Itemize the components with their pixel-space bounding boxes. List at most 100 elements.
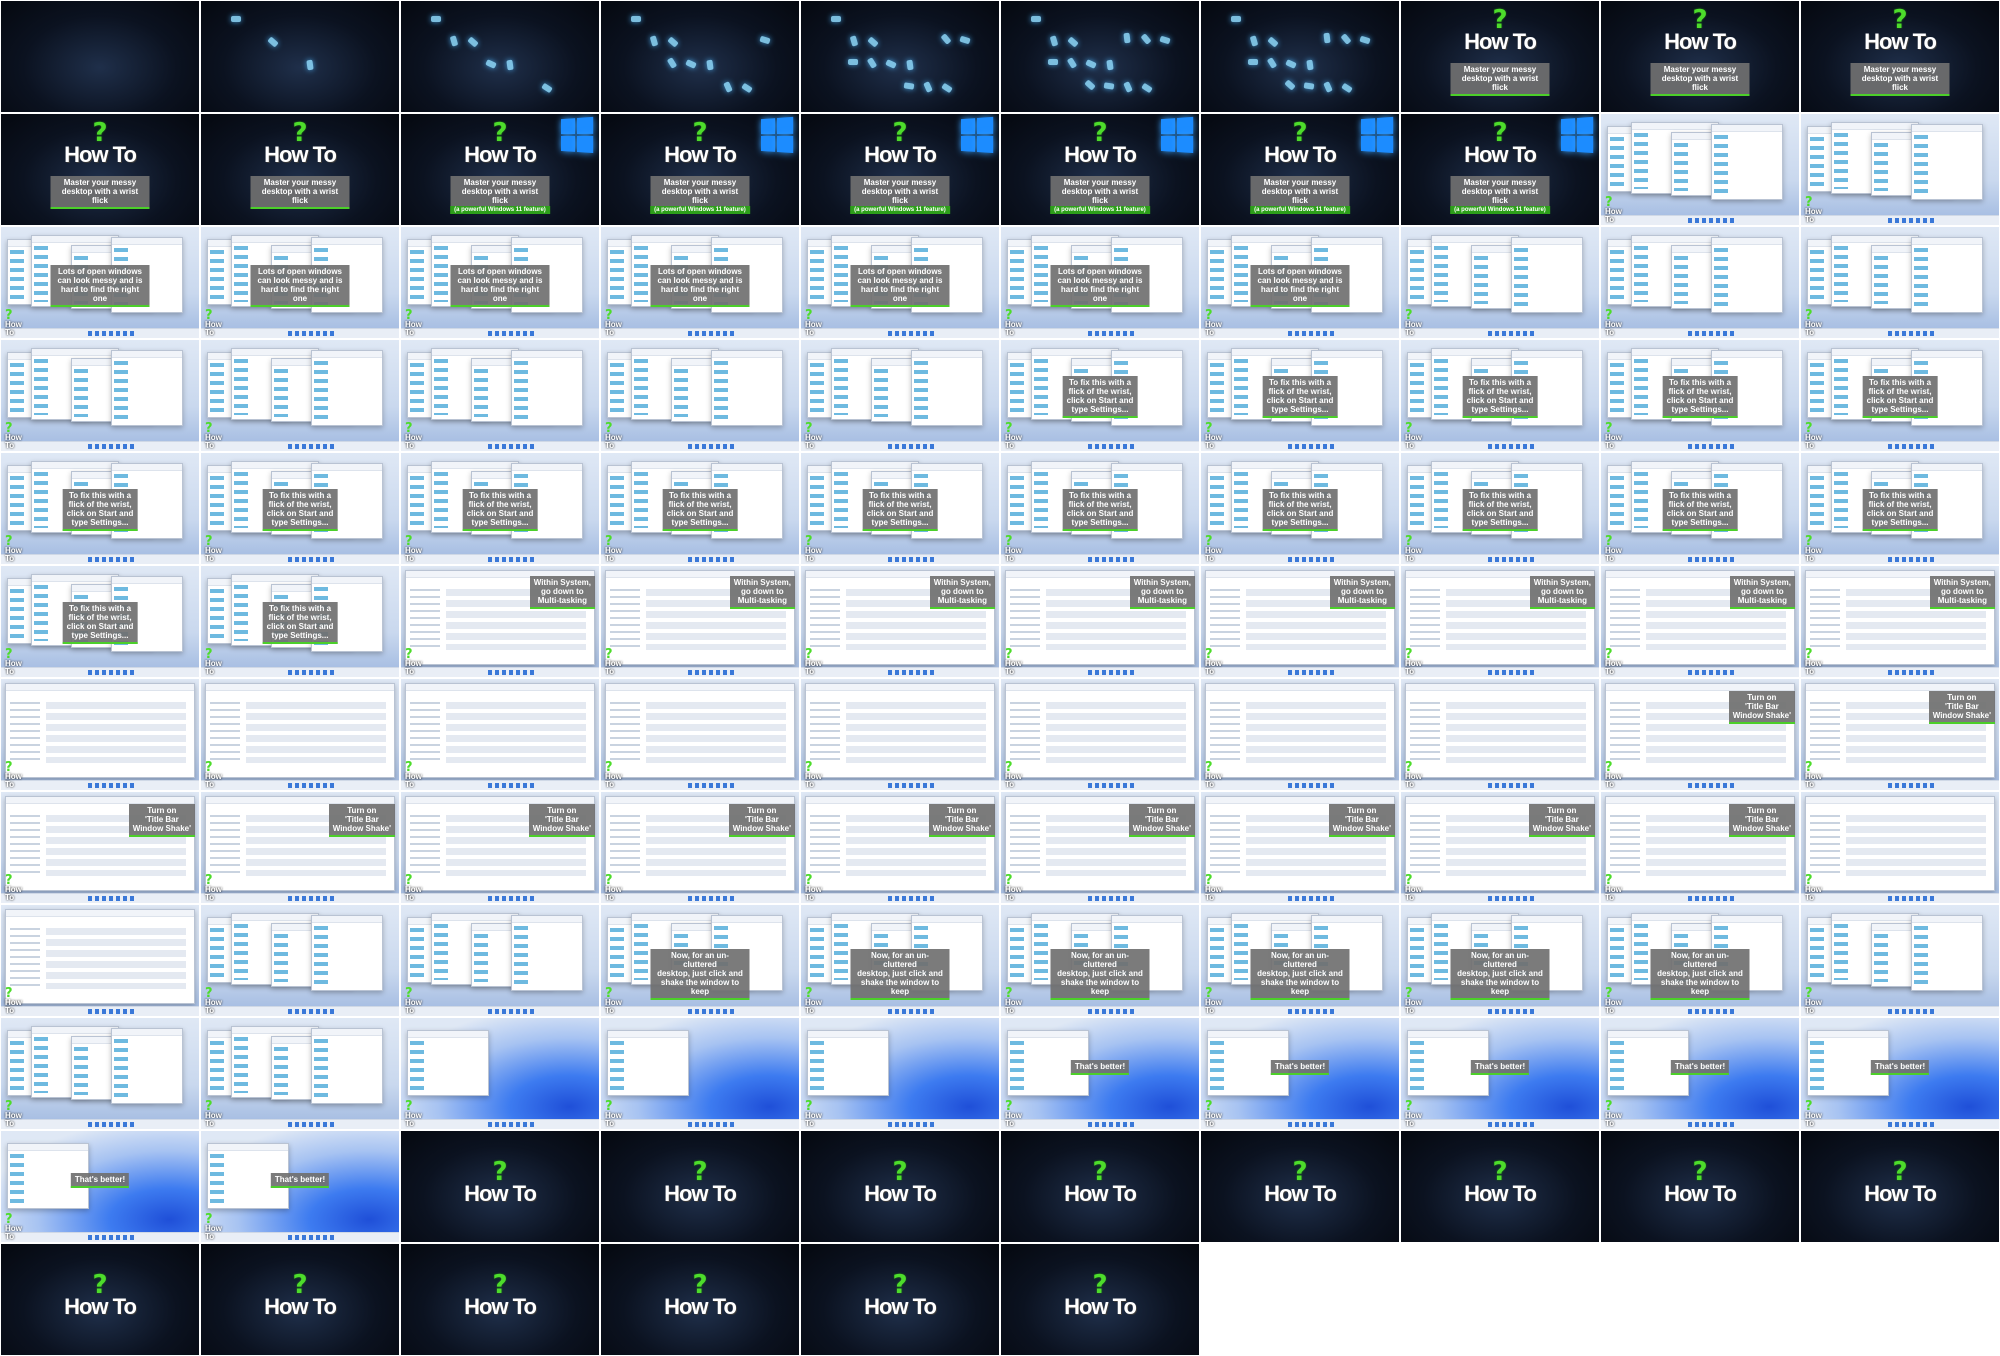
window-title-bar[interactable] bbox=[1632, 236, 1718, 243]
app-window[interactable] bbox=[1911, 237, 1983, 313]
window-title-bar[interactable] bbox=[712, 351, 782, 358]
window-title-bar[interactable] bbox=[1232, 462, 1318, 469]
window-title-bar[interactable] bbox=[808, 1031, 888, 1038]
app-window[interactable] bbox=[911, 350, 983, 426]
settings-window[interactable] bbox=[405, 683, 595, 778]
window-title-bar[interactable] bbox=[406, 684, 594, 691]
app-window[interactable] bbox=[311, 1028, 383, 1104]
window-title-bar[interactable] bbox=[312, 1029, 382, 1036]
app-window[interactable] bbox=[1711, 124, 1783, 200]
window-title-bar[interactable] bbox=[712, 238, 782, 245]
window-title-bar[interactable] bbox=[1032, 236, 1118, 243]
window-title-bar[interactable] bbox=[512, 464, 582, 471]
window-title-bar[interactable] bbox=[1712, 916, 1782, 923]
window-title-bar[interactable] bbox=[112, 351, 182, 358]
window-title-bar[interactable] bbox=[1312, 916, 1382, 923]
window-title-bar[interactable] bbox=[1112, 238, 1182, 245]
app-window[interactable] bbox=[311, 350, 383, 426]
window-title-bar[interactable] bbox=[608, 1031, 688, 1038]
window-title-bar[interactable] bbox=[8, 1144, 88, 1151]
window-title-bar[interactable] bbox=[406, 797, 594, 804]
window-title-bar[interactable] bbox=[32, 575, 118, 582]
window-title-bar[interactable] bbox=[1712, 351, 1782, 358]
window-title-bar[interactable] bbox=[1712, 125, 1782, 132]
window-title-bar[interactable] bbox=[6, 684, 194, 691]
window-title-bar[interactable] bbox=[1912, 916, 1982, 923]
window-title-bar[interactable] bbox=[312, 351, 382, 358]
window-title-bar[interactable] bbox=[1206, 797, 1394, 804]
window-title-bar[interactable] bbox=[1232, 349, 1318, 356]
window-title-bar[interactable] bbox=[1832, 914, 1918, 921]
window-title-bar[interactable] bbox=[232, 236, 318, 243]
window-title-bar[interactable] bbox=[1606, 797, 1794, 804]
window-title-bar[interactable] bbox=[1006, 797, 1194, 804]
window-title-bar[interactable] bbox=[1512, 916, 1582, 923]
window-title-bar[interactable] bbox=[912, 464, 982, 471]
window-title-bar[interactable] bbox=[6, 797, 194, 804]
settings-window[interactable] bbox=[1405, 683, 1595, 778]
window-title-bar[interactable] bbox=[1832, 236, 1918, 243]
window-title-bar[interactable] bbox=[632, 349, 718, 356]
window-title-bar[interactable] bbox=[1808, 1031, 1888, 1038]
window-title-bar[interactable] bbox=[1512, 464, 1582, 471]
window-title-bar[interactable] bbox=[1206, 684, 1394, 691]
app-window[interactable] bbox=[1711, 237, 1783, 313]
window-title-bar[interactable] bbox=[112, 238, 182, 245]
app-window[interactable] bbox=[1511, 237, 1583, 313]
app-window[interactable] bbox=[511, 350, 583, 426]
app-window[interactable] bbox=[711, 350, 783, 426]
window-title-bar[interactable] bbox=[632, 914, 718, 921]
app-window[interactable] bbox=[1911, 124, 1983, 200]
window-title-bar[interactable] bbox=[712, 916, 782, 923]
window-title-bar[interactable] bbox=[1512, 238, 1582, 245]
window-title-bar[interactable] bbox=[912, 916, 982, 923]
window-title-bar[interactable] bbox=[1912, 351, 1982, 358]
window-title-bar[interactable] bbox=[1832, 349, 1918, 356]
window-title-bar[interactable] bbox=[1032, 914, 1118, 921]
window-title-bar[interactable] bbox=[1032, 462, 1118, 469]
window-title-bar[interactable] bbox=[1312, 351, 1382, 358]
window-title-bar[interactable] bbox=[1632, 123, 1718, 130]
window-title-bar[interactable] bbox=[1912, 238, 1982, 245]
window-title-bar[interactable] bbox=[606, 684, 794, 691]
window-title-bar[interactable] bbox=[1432, 914, 1518, 921]
window-title-bar[interactable] bbox=[32, 462, 118, 469]
window-title-bar[interactable] bbox=[112, 577, 182, 584]
window-title-bar[interactable] bbox=[1432, 236, 1518, 243]
window-title-bar[interactable] bbox=[1232, 236, 1318, 243]
window-title-bar[interactable] bbox=[432, 462, 518, 469]
window-title-bar[interactable] bbox=[832, 349, 918, 356]
window-title-bar[interactable] bbox=[712, 464, 782, 471]
window-title-bar[interactable] bbox=[1912, 125, 1982, 132]
window-title-bar[interactable] bbox=[112, 464, 182, 471]
window-title-bar[interactable] bbox=[112, 1029, 182, 1036]
app-window[interactable] bbox=[111, 350, 183, 426]
window-title-bar[interactable] bbox=[432, 914, 518, 921]
window-title-bar[interactable] bbox=[206, 797, 394, 804]
window-title-bar[interactable] bbox=[232, 914, 318, 921]
window-title-bar[interactable] bbox=[512, 238, 582, 245]
window-title-bar[interactable] bbox=[1832, 123, 1918, 130]
window-title-bar[interactable] bbox=[1406, 797, 1594, 804]
app-window[interactable] bbox=[1911, 915, 1983, 991]
settings-window[interactable] bbox=[1805, 796, 1995, 891]
window-title-bar[interactable] bbox=[232, 1027, 318, 1034]
window-title-bar[interactable] bbox=[632, 236, 718, 243]
window-title-bar[interactable] bbox=[632, 462, 718, 469]
settings-window[interactable] bbox=[1005, 683, 1195, 778]
window-title-bar[interactable] bbox=[1432, 349, 1518, 356]
window-title-bar[interactable] bbox=[606, 797, 794, 804]
window-title-bar[interactable] bbox=[1312, 238, 1382, 245]
window-title-bar[interactable] bbox=[232, 462, 318, 469]
window-title-bar[interactable] bbox=[1112, 351, 1182, 358]
app-window[interactable] bbox=[511, 915, 583, 991]
window-title-bar[interactable] bbox=[912, 238, 982, 245]
window-title-bar[interactable] bbox=[1912, 464, 1982, 471]
window-title-bar[interactable] bbox=[1312, 464, 1382, 471]
app-window[interactable] bbox=[607, 1030, 689, 1096]
window-title-bar[interactable] bbox=[806, 797, 994, 804]
window-title-bar[interactable] bbox=[1112, 916, 1182, 923]
settings-window[interactable] bbox=[5, 683, 195, 778]
window-title-bar[interactable] bbox=[1712, 238, 1782, 245]
window-title-bar[interactable] bbox=[806, 684, 994, 691]
